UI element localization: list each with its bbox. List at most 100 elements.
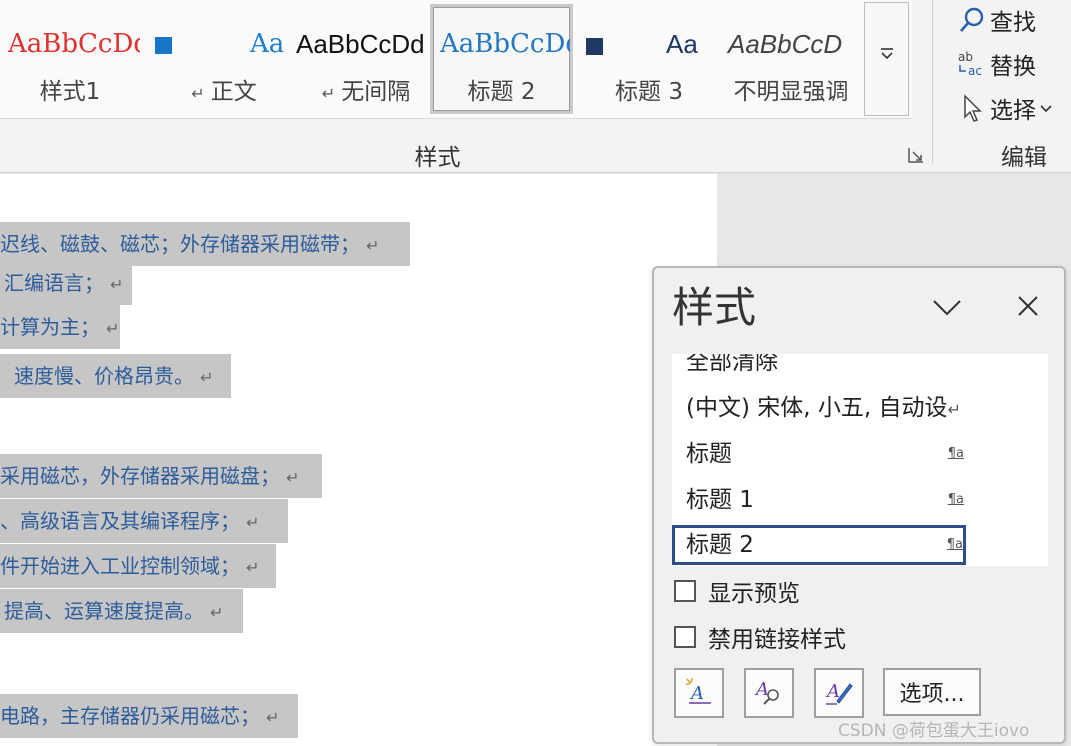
line-text: 电路，主存储器仍采用磁芯； xyxy=(0,704,260,728)
style-list-item[interactable]: 标题 ¶a xyxy=(672,434,966,474)
document-page[interactable]: 迟线、磁鼓、磁芯；外存储器采用磁带； ↵ 汇编语言； ↵ 计算为主； ↵ 速度慢、价格… xyxy=(0,174,717,746)
group-separator xyxy=(932,0,933,164)
disable-linked-styles-checkbox[interactable]: 禁用链接样式 xyxy=(674,622,846,653)
style-name: 不明显强调 xyxy=(733,79,849,105)
search-icon xyxy=(954,3,990,37)
select-button[interactable]: 选择 xyxy=(954,88,1052,128)
svg-text:ac: ac xyxy=(968,64,982,78)
cursor-arrow-icon xyxy=(954,91,990,125)
styles-group-label: 样式 xyxy=(414,145,461,171)
options-button[interactable]: 选项... xyxy=(883,668,981,716)
style-preview: AaBbCcDd xyxy=(440,29,570,59)
gallery-more-button[interactable] xyxy=(864,2,909,116)
pane-options-chevron-icon[interactable] xyxy=(930,290,964,324)
document-line[interactable]: 速度慢、价格昂贵。 ↵ xyxy=(0,354,231,398)
style-item-label: 标题 2 xyxy=(686,532,754,558)
svg-text:ab: ab xyxy=(958,50,973,64)
line-text: 件开始进入工业控制领域； xyxy=(0,554,240,578)
styles-gallery: AaBbCcDd 样式1 AaI ↵ 正文 AaBbCcDd ↵ 无间隔 AaBbC… xyxy=(0,0,912,119)
style-list[interactable]: 全部清除 (中文) 宋体, 小五, 自动设↵ 标题 ¶a 标题 1 ¶a 标题 2 ¶… xyxy=(672,354,1048,566)
document-line[interactable]: 采用磁芯，外存储器采用磁盘； ↵ xyxy=(0,454,322,498)
show-preview-label: 显示预览 xyxy=(708,581,800,607)
chevron-down-icon xyxy=(865,45,908,66)
line-text: 提高、运算速度提高。 xyxy=(4,599,204,623)
linked-style-icon: ¶a xyxy=(947,492,964,507)
style-list-item[interactable]: 标题 1 ¶a xyxy=(672,480,966,520)
paragraph-mark-icon: ↵ xyxy=(106,319,120,338)
show-preview-checkbox[interactable]: 显示预览 xyxy=(674,576,800,607)
style-tile-heading2[interactable]: AaBbCcDd 标题 2 xyxy=(430,4,573,114)
document-line[interactable]: 提高、运算速度提高。 ↵ xyxy=(0,589,243,633)
document-line[interactable]: 、高级语言及其编译程序； ↵ xyxy=(0,499,288,543)
ribbon: AaBbCcDd 样式1 AaI ↵ 正文 AaBbCcDd ↵ 无间隔 AaBbC… xyxy=(0,0,1071,173)
document-line[interactable]: 计算为主； ↵ xyxy=(0,305,120,349)
style-tile-heading3[interactable]: Aa 标题 3 xyxy=(580,4,718,114)
checkbox-box[interactable] xyxy=(674,626,696,648)
style-tile-style1[interactable]: AaBbCcDd 样式1 xyxy=(0,4,140,114)
paragraph-mark-icon: ↵ xyxy=(246,513,260,532)
style-name: 无间隔 xyxy=(341,79,411,105)
style-color-square xyxy=(155,36,172,54)
paragraph-mark-icon: ↵ xyxy=(321,84,336,103)
paragraph-mark-icon: ↵ xyxy=(200,368,214,387)
style-preview: AaBbCcDd xyxy=(8,29,140,59)
manage-styles-button[interactable]: A xyxy=(814,668,864,718)
find-button[interactable]: 查找 xyxy=(954,0,1036,40)
style-name: 样式1 xyxy=(39,79,101,105)
dialog-launcher-icon[interactable] xyxy=(907,146,925,164)
style-tile-no-spacing[interactable]: AaBbCcDd ↵ 无间隔 xyxy=(288,4,424,114)
style-preview: AaI xyxy=(250,29,283,59)
document-line[interactable]: 电路，主存储器仍采用磁芯； ↵ xyxy=(0,694,298,738)
select-label: 选择 xyxy=(990,98,1036,124)
line-text: 、高级语言及其编译程序； xyxy=(0,509,240,533)
style-inspector-icon: A xyxy=(753,675,785,711)
new-style-button[interactable]: A xyxy=(674,668,724,718)
style-name: 标题 2 xyxy=(467,79,536,105)
style-tile-normal[interactable]: AaI ↵ 正文 xyxy=(145,4,283,114)
document-line[interactable]: 件开始进入工业控制领域； ↵ xyxy=(0,544,276,588)
style-list-item[interactable]: 全部清除 xyxy=(672,354,966,382)
style-preview: AaBbCcD xyxy=(728,29,843,59)
replace-label: 替换 xyxy=(990,54,1036,80)
style-item-label: 标题 1 xyxy=(686,487,754,513)
linked-style-icon: ¶a xyxy=(946,537,963,552)
style-preview: AaBbCcDd xyxy=(296,29,424,59)
svg-text:A: A xyxy=(825,681,840,702)
svg-text:A: A xyxy=(689,683,704,704)
style-inspector-button[interactable]: A xyxy=(744,668,794,718)
paragraph-mark-icon: ↵ xyxy=(110,275,124,294)
pane-title: 样式 xyxy=(672,283,757,332)
editing-group-label: 编辑 xyxy=(1001,145,1047,171)
line-text: 迟线、磁鼓、磁芯；外存储器采用磁带； xyxy=(0,232,360,256)
checkbox-box[interactable] xyxy=(674,580,696,602)
close-icon[interactable] xyxy=(1010,288,1046,324)
document-line[interactable]: 迟线、磁鼓、磁芯；外存储器采用磁带； ↵ xyxy=(0,222,410,266)
watermark-text: CSDN @荷包蛋大王iovo xyxy=(838,721,1030,741)
style-name: 正文 xyxy=(210,79,257,105)
replace-button[interactable]: ab ac 替换 xyxy=(954,44,1036,84)
style-list-item[interactable]: (中文) 宋体, 小五, 自动设↵ xyxy=(672,388,966,428)
style-item-label: (中文) 宋体, 小五, 自动设 xyxy=(686,395,948,421)
style-item-label: 全部清除 xyxy=(686,354,778,375)
style-preview: Aa xyxy=(666,29,698,59)
manage-styles-icon: A xyxy=(823,675,855,711)
styles-pane: 样式 全部清除 (中文) 宋体, 小五, 自动设↵ 标题 ¶a 标题 1 ¶a 标题… xyxy=(652,266,1066,744)
svg-text:A: A xyxy=(754,679,769,700)
linked-style-icon: ¶a xyxy=(947,446,964,461)
new-style-icon: A xyxy=(683,675,715,711)
paragraph-mark-icon: ↵ xyxy=(266,708,280,727)
style-color-square xyxy=(586,37,603,55)
line-text: 采用磁芯，外存储器采用磁盘； xyxy=(0,464,280,488)
paragraph-mark-icon: ↵ xyxy=(366,236,380,255)
disable-linked-label: 禁用链接样式 xyxy=(708,627,846,653)
document-line[interactable]: 汇编语言； ↵ xyxy=(0,261,132,305)
chevron-down-icon xyxy=(1040,99,1052,118)
style-item-label: 标题 xyxy=(686,441,732,467)
line-text: 汇编语言； xyxy=(4,271,104,295)
line-text: 速度慢、价格昂贵。 xyxy=(14,364,194,388)
style-tile-subtle-emphasis[interactable]: AaBbCcD 不明显强调 xyxy=(722,4,860,114)
paragraph-mark-icon: ↵ xyxy=(210,603,224,622)
style-list-item-selected[interactable]: 标题 2 ¶a xyxy=(672,525,966,565)
paragraph-mark-icon: ↵ xyxy=(947,400,961,419)
line-text: 计算为主； xyxy=(0,315,100,339)
